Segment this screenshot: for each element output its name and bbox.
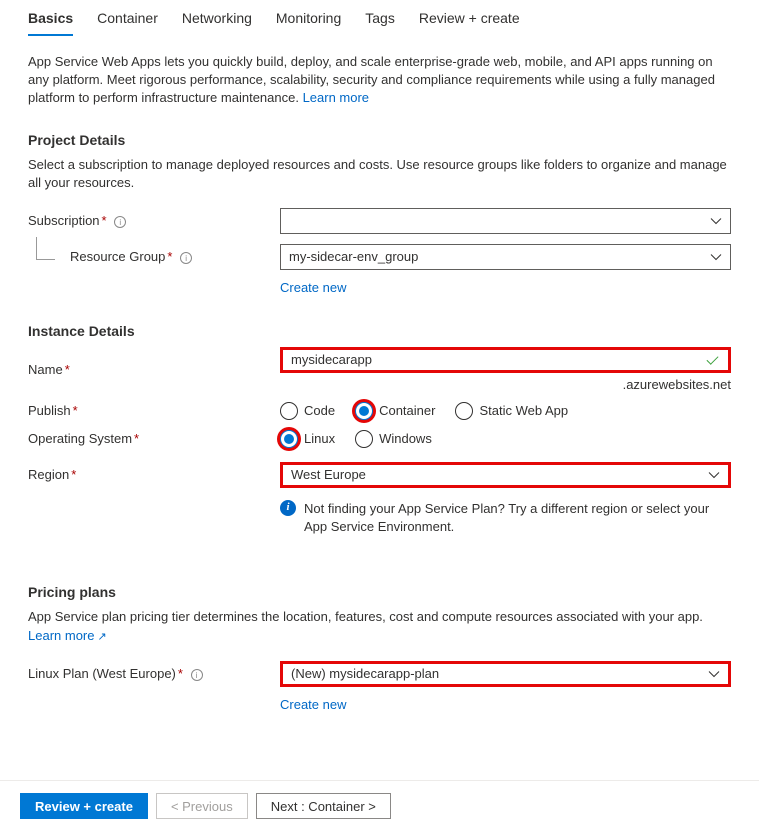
- publish-container-radio[interactable]: Container: [355, 402, 435, 420]
- publish-radio-group: Code Container Static Web App: [280, 402, 731, 420]
- chevron-down-icon: [710, 213, 722, 228]
- intro-text-body: App Service Web Apps lets you quickly bu…: [28, 54, 715, 105]
- info-icon[interactable]: i: [191, 669, 203, 681]
- publish-static-radio[interactable]: Static Web App: [455, 402, 568, 420]
- project-details-heading: Project Details: [28, 132, 731, 148]
- review-create-button[interactable]: Review + create: [20, 793, 148, 819]
- chevron-down-icon: [708, 467, 720, 482]
- os-label: Operating System*: [28, 431, 280, 446]
- instance-details-heading: Instance Details: [28, 323, 731, 339]
- tab-networking[interactable]: Networking: [182, 4, 252, 36]
- os-radio-group: Linux Windows: [280, 430, 731, 448]
- pricing-learn-more-link[interactable]: Learn more: [28, 628, 107, 643]
- linux-plan-select[interactable]: (New) mysidecarapp-plan: [280, 661, 731, 687]
- pricing-desc: App Service plan pricing tier determines…: [28, 608, 731, 645]
- tab-basics[interactable]: Basics: [28, 4, 73, 36]
- tab-container[interactable]: Container: [97, 4, 158, 36]
- region-select[interactable]: West Europe: [280, 462, 731, 488]
- info-icon[interactable]: i: [114, 216, 126, 228]
- intro-text: App Service Web Apps lets you quickly bu…: [28, 53, 731, 108]
- previous-button: < Previous: [156, 793, 248, 819]
- name-suffix: .azurewebsites.net: [280, 377, 731, 392]
- linux-plan-label: Linux Plan (West Europe)* i: [28, 666, 280, 681]
- name-label: Name*: [28, 362, 280, 377]
- next-button[interactable]: Next : Container >: [256, 793, 391, 819]
- region-label: Region*: [28, 467, 280, 482]
- info-icon: i: [280, 500, 296, 516]
- footer: Review + create < Previous Next : Contai…: [0, 780, 759, 831]
- publish-code-radio[interactable]: Code: [280, 402, 335, 420]
- region-info-banner: i Not finding your App Service Plan? Try…: [280, 500, 731, 536]
- tab-tags[interactable]: Tags: [365, 4, 395, 36]
- rg-create-new-link[interactable]: Create new: [280, 280, 731, 295]
- chevron-down-icon: [710, 249, 722, 264]
- tab-monitoring[interactable]: Monitoring: [276, 4, 341, 36]
- subscription-select[interactable]: [280, 208, 731, 234]
- resource-group-label: Resource Group* i: [28, 249, 280, 264]
- publish-label: Publish*: [28, 403, 280, 418]
- name-input[interactable]: mysidecarapp: [280, 347, 731, 373]
- intro-learn-more-link[interactable]: Learn more: [303, 90, 369, 105]
- tabs: Basics Container Networking Monitoring T…: [28, 0, 731, 37]
- tab-review[interactable]: Review + create: [419, 4, 520, 36]
- os-windows-radio[interactable]: Windows: [355, 430, 432, 448]
- resource-group-select[interactable]: my-sidecar-env_group: [280, 244, 731, 270]
- os-linux-radio[interactable]: Linux: [280, 430, 335, 448]
- project-details-desc: Select a subscription to manage deployed…: [28, 156, 731, 192]
- chevron-down-icon: [708, 666, 720, 681]
- pricing-heading: Pricing plans: [28, 584, 731, 600]
- info-icon[interactable]: i: [180, 252, 192, 264]
- plan-create-new-link[interactable]: Create new: [280, 697, 731, 712]
- subscription-label: Subscription* i: [28, 213, 280, 228]
